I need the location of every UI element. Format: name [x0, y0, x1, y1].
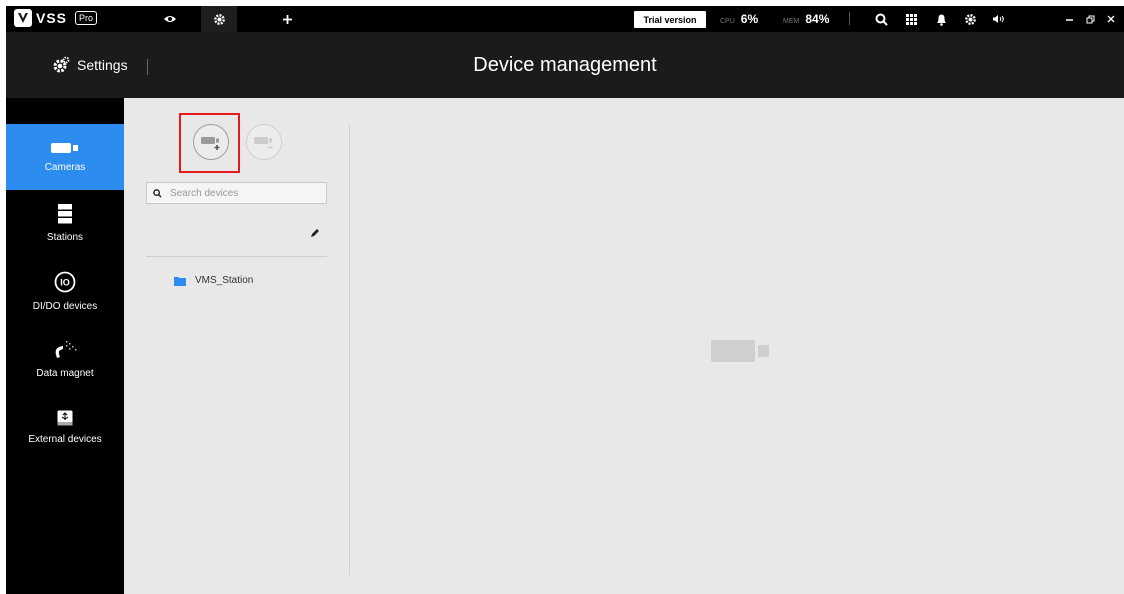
topbar-divider: [849, 12, 850, 25]
volume-icon: [993, 15, 1004, 23]
tree-item-label: VMS_Station: [195, 275, 254, 286]
server-icon: [58, 203, 72, 223]
close-button[interactable]: [1102, 10, 1120, 28]
io-icon: IO: [54, 271, 76, 292]
app-name: VSS: [36, 10, 68, 26]
tab-liveview[interactable]: [152, 6, 188, 32]
sidebar-item-data-magnet[interactable]: Data magnet: [6, 326, 124, 392]
tab-add[interactable]: [269, 6, 305, 32]
magnet-icon: [55, 340, 77, 358]
cpu-label: CPU: [720, 18, 735, 25]
camera-icon: [51, 142, 78, 153]
sidebar-item-label: DI/DO devices: [32, 300, 98, 312]
remove-camera-button[interactable]: [246, 124, 282, 160]
sidebar-item-label: Data magnet: [36, 367, 94, 379]
eye-icon: [164, 16, 176, 22]
sidebar-item-external-devices[interactable]: External devices: [6, 394, 124, 460]
plus-icon: [282, 14, 292, 24]
minimize-button[interactable]: [1060, 10, 1078, 28]
camera-remove-icon: [254, 137, 273, 149]
tree-item-station[interactable]: VMS_Station: [174, 275, 253, 286]
mem-value: 84%: [805, 12, 830, 26]
apps-button[interactable]: [902, 10, 920, 28]
notifications-button[interactable]: [932, 10, 950, 28]
close-icon: [1107, 15, 1115, 23]
edit-button[interactable]: [308, 226, 322, 240]
usb-drive-icon: [57, 410, 73, 425]
search-button[interactable]: [872, 10, 890, 28]
cpu-stat: CPU 6%: [720, 12, 758, 26]
sidebar-item-stations[interactable]: Stations: [6, 190, 124, 256]
app-logo: VSS Pro: [14, 9, 98, 27]
folder-icon: [174, 276, 186, 286]
svg-text:IO: IO: [60, 277, 70, 287]
preferences-button[interactable]: [961, 10, 979, 28]
mem-label: MEM: [783, 18, 800, 25]
sidebar-item-label: Stations: [46, 231, 84, 243]
app-window: VSS Pro Trial version CPU 6% MEM 84% Set…: [6, 6, 1124, 594]
sidebar-item-label: Cameras: [44, 161, 86, 173]
logo-mark-icon: [14, 9, 32, 27]
camera-add-icon: [201, 137, 220, 150]
bell-icon: [936, 14, 946, 26]
list-divider: [146, 256, 327, 257]
tab-settings[interactable]: [201, 6, 237, 32]
sidebar: Cameras Stations IO DI/DO devices Data m…: [6, 98, 124, 594]
page-title: Device management: [473, 54, 657, 76]
gear-icon: [964, 13, 976, 25]
top-bar: VSS Pro Trial version CPU 6% MEM 84%: [6, 6, 1124, 32]
search-box[interactable]: [146, 182, 327, 204]
gear-icon: [213, 13, 225, 25]
mem-stat: MEM 84%: [783, 12, 829, 26]
add-camera-button[interactable]: [193, 124, 229, 160]
app-badge: Pro: [75, 11, 98, 25]
trial-version-button[interactable]: Trial version: [634, 11, 706, 28]
device-list-panel: [124, 98, 350, 594]
minimize-icon: [1065, 18, 1073, 21]
volume-button[interactable]: [990, 10, 1008, 28]
cpu-value: 6%: [740, 12, 759, 26]
restore-icon: [1086, 15, 1094, 23]
sidebar-item-label: External devices: [28, 433, 102, 445]
pencil-icon: [311, 229, 319, 237]
sidebar-item-cameras[interactable]: Cameras: [6, 124, 124, 190]
search-icon: [875, 13, 888, 26]
sidebar-item-dido-devices[interactable]: IO DI/DO devices: [6, 258, 124, 324]
search-input[interactable]: [170, 187, 320, 199]
page-header: Settings Device management: [6, 32, 1124, 98]
restore-button[interactable]: [1081, 10, 1099, 28]
camera-placeholder-icon: [711, 340, 769, 362]
grid-icon: [905, 13, 917, 25]
search-icon: [153, 188, 162, 198]
